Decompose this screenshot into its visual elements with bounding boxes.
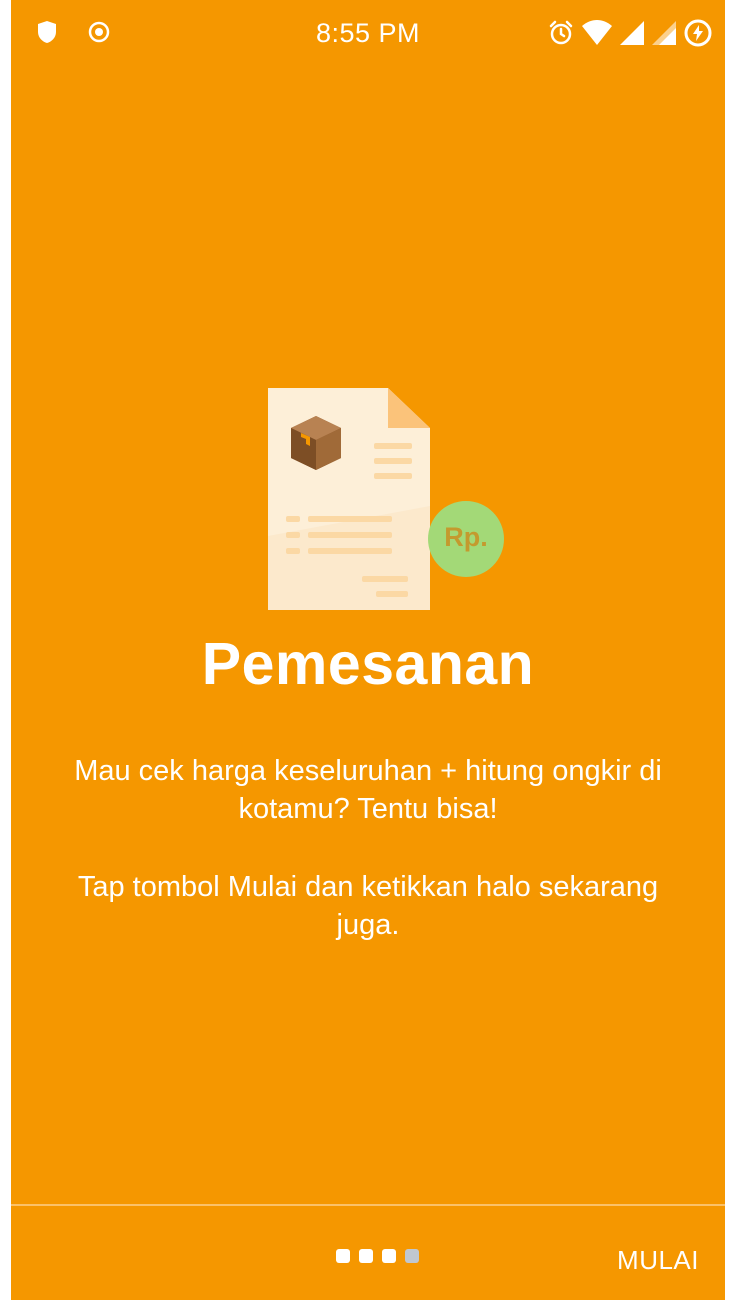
page-dot	[336, 1249, 350, 1263]
wifi-icon	[581, 19, 613, 47]
order-document-icon: Rp.	[266, 386, 506, 612]
status-bar: 8:55 PM	[11, 0, 725, 68]
description-text-1: Mau cek harga keseluruhan + hitung ongki…	[74, 755, 662, 825]
page-title: Pemesanan	[201, 631, 535, 697]
page-indicator	[336, 1249, 419, 1263]
page-dot	[359, 1249, 373, 1263]
signal-icon	[619, 19, 645, 47]
description-text-2: Tap tombol Mulai dan ketikkan halo sekar…	[77, 871, 659, 941]
battery-charging-icon	[683, 18, 713, 48]
page-dot	[382, 1249, 396, 1263]
signal-icon-2	[651, 19, 677, 47]
start-button[interactable]: MULAI	[617, 1245, 699, 1276]
alarm-icon	[547, 19, 575, 47]
status-right-icons	[547, 18, 713, 48]
currency-badge-label: Rp.	[444, 522, 488, 552]
onboarding-screen: 8:55 PM Rp. Pemesanan Mau cek harga kese…	[11, 0, 725, 1300]
footer-divider	[11, 1204, 725, 1206]
page-dot-active	[405, 1249, 419, 1263]
